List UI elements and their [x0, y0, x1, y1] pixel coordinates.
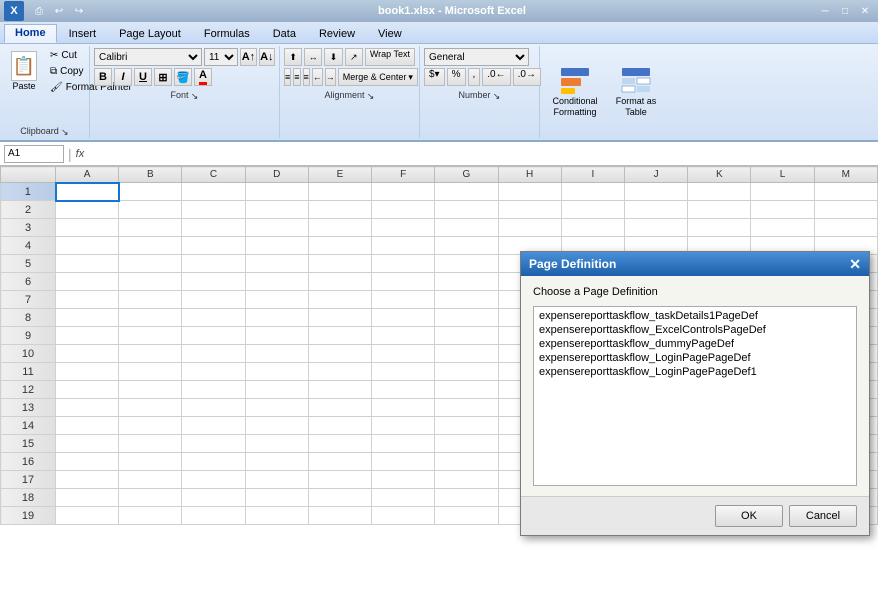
decrease-indent-button[interactable]: ← [312, 68, 323, 86]
increase-decimal-button[interactable]: .0→ [513, 68, 541, 86]
merge-dropdown-icon: ▾ [408, 72, 413, 83]
app-icon: X [4, 1, 24, 21]
dialog-subtitle: Choose a Page Definition [533, 286, 857, 298]
increase-font-button[interactable]: A↑ [240, 48, 256, 66]
dialog-list-item[interactable]: expensereporttaskflow_taskDetails1PageDe… [536, 309, 854, 323]
fx-label: fx [76, 148, 85, 160]
align-middle-button[interactable]: ↔ [304, 48, 322, 66]
font-label: Font [170, 90, 188, 100]
alignment-launcher[interactable]: ↘ [367, 91, 375, 99]
dialog-footer: OK Cancel [521, 496, 869, 535]
increase-indent-button[interactable]: → [325, 68, 336, 86]
dialog-list-item[interactable]: expensereporttaskflow_LoginPagePageDef [536, 351, 854, 365]
dialog-titlebar: Page Definition ✕ [521, 252, 869, 276]
font-group: Calibri 11 A↑ A↓ B I U ⊞ 🪣 [90, 46, 280, 138]
ok-button[interactable]: OK [715, 505, 783, 527]
copy-label: Copy [60, 66, 83, 77]
wrap-text-button[interactable]: Wrap Text [365, 48, 415, 66]
cut-icon: ✂ [50, 50, 58, 61]
dialog-body: Choose a Page Definition expensereportta… [521, 276, 869, 496]
font-launcher[interactable]: ↘ [191, 91, 199, 99]
clipboard-label: Clipboard [20, 126, 59, 136]
dialog-list-item[interactable]: expensereporttaskflow_ExcelControlsPageD… [536, 323, 854, 337]
number-label: Number [458, 90, 490, 100]
comma-button[interactable]: , [468, 68, 481, 86]
tab-insert[interactable]: Insert [58, 25, 108, 43]
merge-center-label: Merge & Center [343, 72, 407, 82]
clipboard-group: 📋 Paste ✂ Cut ⧉ Copy 🖌 Format Painter [0, 46, 90, 138]
align-right-button[interactable]: ≡ [303, 68, 310, 86]
formula-input[interactable] [88, 145, 874, 163]
ribbon-tabs: Home Insert Page Layout Formulas Data Re… [0, 22, 878, 44]
border-button[interactable]: ⊞ [154, 68, 172, 86]
format-painter-icon: 🖌 [50, 82, 63, 93]
styles-group: Conditional Formatting Format as Table [540, 46, 878, 138]
currency-button[interactable]: $▾ [424, 68, 445, 86]
dialog-listbox[interactable]: expensereporttaskflow_taskDetails1PageDe… [533, 306, 857, 486]
fill-color-button[interactable]: 🪣 [174, 68, 192, 86]
copy-icon: ⧉ [50, 66, 57, 77]
underline-button[interactable]: U [134, 68, 152, 86]
conditional-formatting-button[interactable]: Conditional Formatting [544, 63, 606, 121]
bold-button[interactable]: B [94, 68, 112, 86]
format-table-label: Format as Table [613, 96, 659, 118]
minimize-button[interactable]: ─ [816, 2, 834, 20]
alignment-label: Alignment [324, 90, 364, 100]
close-button[interactable]: ✕ [856, 2, 874, 20]
ribbon: 📋 Paste ✂ Cut ⧉ Copy 🖌 Format Painter [0, 44, 878, 142]
cell-reference-input[interactable] [4, 145, 64, 163]
formula-bar: | fx [0, 142, 878, 166]
title-bar: book1.xlsx - Microsoft Excel [90, 5, 814, 17]
number-format-select[interactable]: General [424, 48, 529, 66]
fill-color-icon: 🪣 [176, 71, 190, 84]
paste-label: Paste [12, 81, 35, 91]
format-table-icon [620, 66, 652, 96]
align-left-button[interactable]: ≡ [284, 68, 291, 86]
page-definition-dialog: Page Definition ✕ Choose a Page Definiti… [520, 251, 870, 536]
tab-home[interactable]: Home [4, 24, 57, 43]
tab-view[interactable]: View [367, 25, 413, 43]
redo-button[interactable]: ↪ [70, 2, 88, 20]
cut-label: Cut [61, 50, 77, 61]
maximize-button[interactable]: □ [836, 2, 854, 20]
tab-page-layout[interactable]: Page Layout [108, 25, 192, 43]
paste-icon: 📋 [11, 51, 37, 81]
text-angle-button[interactable]: ↗ [345, 48, 363, 66]
dialog-list-item[interactable]: expensereporttaskflow_LoginPagePageDef1 [536, 365, 854, 379]
conditional-formatting-icon [559, 66, 591, 96]
font-face-select[interactable]: Calibri [94, 48, 202, 66]
paste-button[interactable]: 📋 Paste [4, 48, 44, 124]
clipboard-launcher[interactable]: ↘ [61, 127, 69, 135]
dialog-overlay: Page Definition ✕ Choose a Page Definiti… [0, 166, 878, 556]
font-color-button[interactable]: A [194, 68, 212, 86]
formula-divider: | [68, 146, 72, 162]
save-button[interactable]: ⎙ [30, 2, 48, 20]
align-bottom-button[interactable]: ⬇ [324, 48, 342, 66]
quick-access-toolbar: X ⎙ ↩ ↪ book1.xlsx - Microsoft Excel ─ □… [0, 0, 878, 22]
tab-review[interactable]: Review [308, 25, 366, 43]
alignment-group: ⬆ ↔ ⬇ ↗ Wrap Text ≡ ≡ ≡ ← → Merge & Cent… [280, 46, 420, 138]
number-launcher[interactable]: ↘ [493, 91, 501, 99]
font-color-a: A [199, 69, 207, 85]
percent-button[interactable]: % [447, 68, 466, 86]
decrease-font-button[interactable]: A↓ [259, 48, 275, 66]
dialog-title: Page Definition [529, 257, 616, 271]
merge-center-button[interactable]: Merge & Center ▾ [338, 68, 418, 86]
cancel-button[interactable]: Cancel [789, 505, 857, 527]
decrease-decimal-button[interactable]: .0← [482, 68, 510, 86]
format-as-table-button[interactable]: Format as Table [610, 63, 662, 121]
dialog-list-item[interactable]: expensereporttaskflow_dummyPageDef [536, 337, 854, 351]
tab-data[interactable]: Data [262, 25, 307, 43]
italic-button[interactable]: I [114, 68, 132, 86]
conditional-formatting-label: Conditional Formatting [547, 96, 603, 118]
align-top-button[interactable]: ⬆ [284, 48, 302, 66]
align-center-button[interactable]: ≡ [293, 68, 300, 86]
number-group: General $▾ % , .0← .0→ Number ↘ [420, 46, 540, 138]
dialog-close-button[interactable]: ✕ [849, 256, 861, 273]
spreadsheet-container: A B C D E F G H I J K L M 12345678910111… [0, 166, 878, 556]
tab-formulas[interactable]: Formulas [193, 25, 261, 43]
undo-button[interactable]: ↩ [50, 2, 68, 20]
font-size-select[interactable]: 11 [204, 48, 238, 66]
